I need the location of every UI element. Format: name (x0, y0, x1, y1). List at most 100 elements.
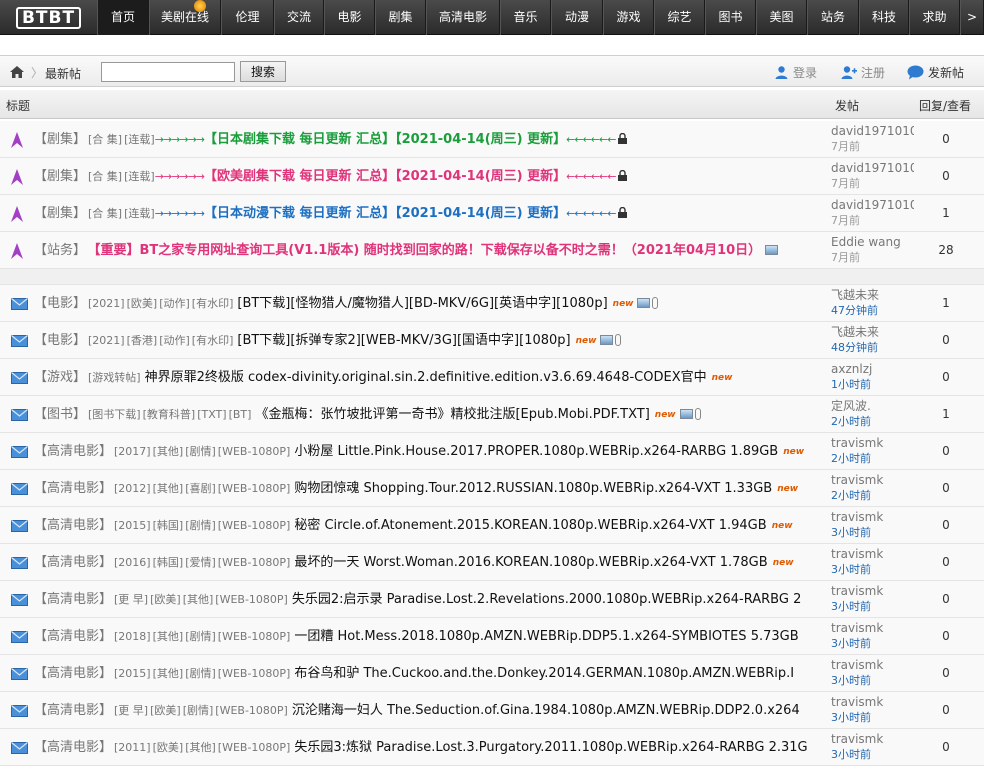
thread-title-link[interactable]: 【重要】BT之家专用网址查询工具(V1.1版本) 随时找到回家的路！下载保存以备… (94, 243, 761, 258)
tag-link[interactable]: [2021] (88, 297, 125, 310)
tag-link[interactable]: [2015] (114, 519, 151, 532)
table-row[interactable]: 【高清电影】 [2018] [其他] [剧情] [WEB-1080P] 一团糟 Hot.M… (0, 618, 984, 655)
tag-link[interactable]: [动作] (159, 297, 190, 310)
nav-item[interactable]: 美图 (756, 0, 807, 35)
nav-item[interactable]: 游戏 (603, 0, 654, 35)
tag-link[interactable]: [游戏转帖] (88, 371, 141, 384)
thread-title-link[interactable]: 购物团惊魂 Shopping.Tour.2012.RUSSIAN.1080p.W… (294, 481, 772, 496)
login-link[interactable]: 登录 (774, 64, 817, 81)
category-link[interactable]: 【剧集】 (34, 169, 86, 184)
home-icon[interactable] (9, 65, 25, 79)
tag-link[interactable]: [2017] (114, 445, 151, 458)
tag-link[interactable]: [教育科普] (143, 408, 196, 421)
table-row[interactable]: 【高清电影】 [更 早] [欧美] [其他] [WEB-1080P] 失乐园2:启示录 P… (0, 581, 984, 618)
thread-title-link[interactable]: 【日本动漫下载 每日更新 汇总】【2021-04-14(周三) 更新】 (204, 206, 566, 221)
category-link[interactable]: 【高清电影】 (34, 666, 112, 681)
thread-title-link[interactable]: 《金瓶梅：张竹坡批评第一奇书》精校批注版[Epub.Mobi.PDF.TXT] (255, 407, 649, 422)
thread-title-link[interactable]: [BT下载][拆弹专家2][WEB-MKV/3G][国语中字][1080p] (237, 333, 570, 348)
category-link[interactable]: 【高清电影】 (34, 444, 112, 459)
author-name-link[interactable]: Eddie wang (831, 235, 901, 249)
tag-link[interactable]: [WEB-1080P] (218, 445, 291, 458)
sticky-row[interactable]: 【剧集】 [合 集] [连载]→→→→→→【欧美剧集下载 每日更新 汇总】【2021… (0, 158, 984, 195)
author-name-link[interactable]: travismk (831, 510, 883, 524)
tag-link[interactable]: [韩国] (153, 556, 184, 569)
tag-link[interactable]: [剧情] (185, 667, 216, 680)
breadcrumb-current[interactable]: 最新帖 (45, 65, 81, 82)
tag-link[interactable]: [香港] (127, 334, 158, 347)
category-link[interactable]: 【高清电影】 (34, 629, 112, 644)
tag-link[interactable]: [WEB-1080P] (218, 667, 291, 680)
author-name-link[interactable]: travismk (831, 695, 883, 709)
tag-link[interactable]: [WEB-1080P] (218, 556, 291, 569)
thread-title-link[interactable]: 失乐园3:炼狱 Paradise.Lost.3.Purgatory.2011.1… (294, 740, 807, 755)
tag-link[interactable]: [其他] (153, 445, 184, 458)
nav-item[interactable]: 站务 (807, 0, 859, 35)
table-row[interactable]: 【游戏】 [游戏转帖] 神界原罪2终极版 codex-divinity.origin… (0, 359, 984, 396)
sticky-row[interactable]: 【剧集】 [合 集] [连载]→→→→→→【日本剧集下载 每日更新 汇总】【2021… (0, 121, 984, 158)
tag-link[interactable]: [其他] (185, 741, 216, 754)
author-name-link[interactable]: 飞越未来 (831, 288, 879, 302)
category-link[interactable]: 【高清电影】 (34, 518, 112, 533)
tag-link[interactable]: [连载] (124, 170, 155, 183)
thread-title-link[interactable]: 小粉屋 Little.Pink.House.2017.PROPER.1080p.… (294, 444, 778, 459)
author-name-link[interactable]: travismk (831, 473, 883, 487)
author-name-link[interactable]: travismk (831, 621, 883, 635)
tag-link[interactable]: [合 集] (88, 170, 122, 183)
tag-link[interactable]: [连载] (124, 207, 155, 220)
category-link[interactable]: 【电影】 (34, 296, 86, 311)
tag-link[interactable]: [其他] (153, 630, 184, 643)
nav-item[interactable]: 美剧在线 (149, 0, 221, 35)
table-row[interactable]: 【高清电影】 [2012] [其他] [喜剧] [WEB-1080P] 购物团惊魂 Sho… (0, 470, 984, 507)
tag-link[interactable]: [合 集] (88, 133, 122, 146)
table-row[interactable]: 【高清电影】 [2017] [其他] [剧情] [WEB-1080P] 小粉屋 Littl… (0, 433, 984, 470)
sticky-row[interactable]: 【剧集】 [合 集] [连载]→→→→→→【日本动漫下载 每日更新 汇总】【2021… (0, 195, 984, 232)
search-button[interactable]: 搜索 (240, 61, 286, 82)
nav-item[interactable]: 求助 (909, 0, 960, 35)
table-row[interactable]: 【高清电影】 [2015] [韩国] [剧情] [WEB-1080P] 秘密 Circle… (0, 507, 984, 544)
tag-link[interactable]: [2015] (114, 667, 151, 680)
author-name-link[interactable]: axznlzj (831, 362, 872, 376)
tag-link[interactable]: [WEB-1080P] (215, 593, 288, 606)
tag-link[interactable]: [2011] (114, 741, 151, 754)
thread-title-link[interactable]: 失乐园2:启示录 Paradise.Lost.2.Revelations.200… (292, 592, 801, 607)
tag-link[interactable]: [TXT] (197, 408, 226, 421)
tag-link[interactable]: [连载] (124, 133, 155, 146)
tag-link[interactable]: [有水印] (192, 334, 234, 347)
tag-link[interactable]: [2012] (114, 482, 151, 495)
tag-link[interactable]: [WEB-1080P] (218, 741, 291, 754)
category-link[interactable]: 【剧集】 (34, 206, 86, 221)
author-name-link[interactable]: david1971010 (831, 124, 914, 138)
tag-link[interactable]: [2016] (114, 556, 151, 569)
tag-link[interactable]: [WEB-1080P] (218, 482, 291, 495)
tag-link[interactable]: [其他] (183, 593, 214, 606)
search-input[interactable] (101, 62, 235, 82)
tag-link[interactable]: [欧美] (127, 297, 158, 310)
thread-title-link[interactable]: 一团糟 Hot.Mess.2018.1080p.AMZN.WEBRip.DDP5… (294, 629, 798, 644)
category-link[interactable]: 【高清电影】 (34, 555, 112, 570)
author-name-link[interactable]: travismk (831, 547, 883, 561)
new-post-link[interactable]: 发新帖 (907, 64, 964, 81)
tag-link[interactable]: [WEB-1080P] (215, 704, 288, 717)
thread-title-link[interactable]: 最坏的一天 Worst.Woman.2016.KOREAN.1080p.WEBR… (294, 555, 767, 570)
table-row[interactable]: 【电影】 [2021] [欧美] [动作] [有水印] [BT下载][怪物猎人/魔物猎人]… (0, 285, 984, 322)
nav-item[interactable]: > (960, 0, 984, 35)
category-link[interactable]: 【站务】 (34, 243, 86, 258)
nav-item[interactable]: 高清电影 (426, 0, 500, 35)
tag-link[interactable]: [合 集] (88, 207, 122, 220)
tag-link[interactable]: [图书下载] (88, 408, 141, 421)
tag-link[interactable]: [欧美] (150, 593, 181, 606)
tag-link[interactable]: [韩国] (153, 519, 184, 532)
thread-title-link[interactable]: 【日本剧集下载 每日更新 汇总】【2021-04-14(周三) 更新】 (204, 132, 566, 147)
tag-link[interactable]: [动作] (159, 334, 190, 347)
author-name-link[interactable]: travismk (831, 658, 883, 672)
nav-item[interactable]: 首页 (97, 0, 149, 35)
tag-link[interactable]: [更 早] (114, 704, 148, 717)
table-row[interactable]: 【高清电影】 [2011] [欧美] [其他] [WEB-1080P] 失乐园3:炼狱 P… (0, 729, 984, 766)
tag-link[interactable]: [剧情] (185, 519, 216, 532)
tag-link[interactable]: [更 早] (114, 593, 148, 606)
nav-item[interactable]: 动漫 (551, 0, 603, 35)
sticky-row[interactable]: 【站务】 【重要】BT之家专用网址查询工具(V1.1版本) 随时找到回家的路！下载… (0, 232, 984, 269)
author-name-link[interactable]: travismk (831, 436, 883, 450)
category-link[interactable]: 【高清电影】 (34, 481, 112, 496)
table-row[interactable]: 【高清电影】 [2016] [韩国] [爱情] [WEB-1080P] 最坏的一天 Wor… (0, 544, 984, 581)
